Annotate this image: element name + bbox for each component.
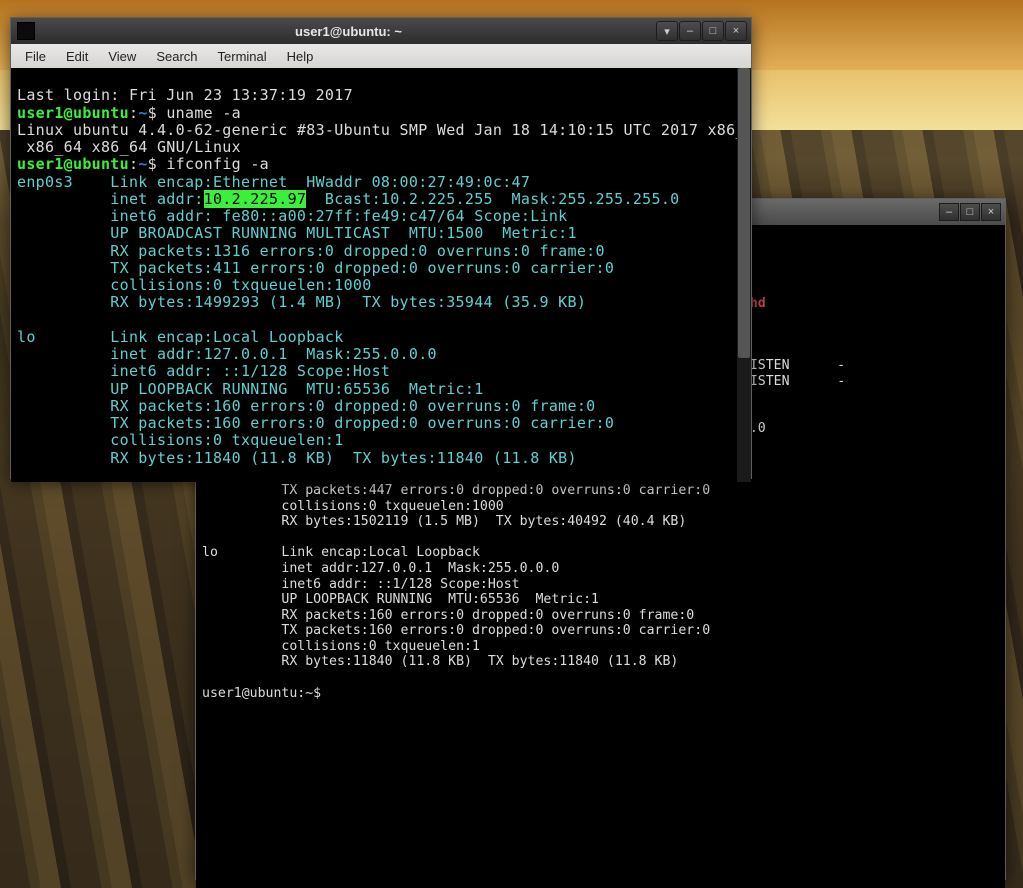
cmd-uname: uname -a: [166, 104, 241, 122]
front-titlebar[interactable]: user1@ubuntu: ~ ▾ – □ ×: [11, 18, 751, 44]
terminal-scrollbar[interactable]: [737, 68, 751, 482]
cmd-ifconfig: ifconfig -a: [166, 155, 269, 173]
minimize-button[interactable]: –: [679, 21, 701, 41]
ifconfig-line: collisions:0 txqueuelen:1000: [17, 276, 372, 294]
back-line: RX bytes:1502119 (1.5 MB) TX bytes:40492…: [202, 514, 686, 529]
ifconfig-line: lo Link encap:Local Loopback: [17, 328, 344, 346]
ifconfig-line: inet addr:: [17, 190, 204, 208]
ifconfig-line: inet addr:127.0.0.1 Mask:255.0.0.0: [17, 345, 437, 363]
ifconfig-line: RX bytes:11840 (11.8 KB) TX bytes:11840 …: [17, 449, 577, 467]
back-line: inet6 addr: ::1/128 Scope:Host: [202, 577, 520, 592]
maximize-button[interactable]: □: [702, 21, 724, 41]
ifconfig-line: RX bytes:1499293 (1.4 MB) TX bytes:35944…: [17, 293, 586, 311]
front-window-title: user1@ubuntu: ~: [41, 24, 656, 39]
back-line: lo Link encap:Local Loopback: [202, 545, 480, 560]
last-login-line: Last login: Fri Jun 23 13:37:19 2017: [17, 86, 353, 104]
back-line: TX packets:447 errors:0 dropped:0 overru…: [202, 483, 710, 498]
ifconfig-line: UP BROADCAST RUNNING MULTICAST MTU:1500 …: [17, 224, 577, 242]
back-line: TX packets:160 errors:0 dropped:0 overru…: [202, 623, 710, 638]
menu-file[interactable]: File: [15, 46, 56, 67]
terminal-window[interactable]: user1@ubuntu: ~ ▾ – □ × File Edit View S…: [10, 17, 752, 479]
menu-search[interactable]: Search: [146, 46, 207, 67]
menu-terminal[interactable]: Terminal: [208, 46, 277, 67]
uname-output: Linux ubuntu 4.4.0-62-generic #83-Ubuntu…: [17, 121, 751, 156]
ifconfig-line: collisions:0 txqueuelen:1: [17, 431, 344, 449]
prompt-path: ~: [138, 104, 147, 122]
back-line: UP LOOPBACK RUNNING MTU:65536 Metric:1: [202, 592, 599, 607]
back-line: RX packets:160 errors:0 dropped:0 overru…: [202, 608, 694, 623]
back-line: inet addr:127.0.0.1 Mask:255.0.0.0: [202, 561, 559, 576]
terminal-icon: [17, 22, 35, 40]
ifconfig-line: UP LOOPBACK RUNNING MTU:65536 Metric:1: [17, 380, 484, 398]
back-prompt: user1@ubuntu:~$: [202, 686, 329, 701]
prompt-userhost: user1@ubuntu: [17, 155, 129, 173]
menu-edit[interactable]: Edit: [56, 46, 98, 67]
ifconfig-line: inet6 addr: fe80::a00:27ff:fe49:c47/64 S…: [17, 207, 568, 225]
highlighted-ip: 10.2.225.97: [204, 190, 307, 208]
menu-help[interactable]: Help: [277, 46, 324, 67]
back-close-button[interactable]: ×: [981, 203, 1001, 221]
prompt-path: ~: [138, 155, 147, 173]
ifconfig-line: inet6 addr: ::1/128 Scope:Host: [17, 362, 390, 380]
back-minimize-button[interactable]: –: [939, 203, 959, 221]
front-terminal[interactable]: Last login: Fri Jun 23 13:37:19 2017 use…: [11, 68, 751, 482]
terminal-menubar[interactable]: File Edit View Search Terminal Help: [11, 44, 751, 68]
ifconfig-line: RX packets:1316 errors:0 dropped:0 overr…: [17, 242, 605, 260]
stick-button[interactable]: ▾: [656, 21, 678, 41]
prompt-userhost: user1@ubuntu: [17, 104, 129, 122]
ifconfig-line: enp0s3 Link encap:Ethernet HWaddr 08:00:…: [17, 173, 530, 191]
close-button[interactable]: ×: [725, 21, 747, 41]
ifconfig-line: TX packets:160 errors:0 dropped:0 overru…: [17, 414, 614, 432]
back-line: collisions:0 txqueuelen:1000: [202, 499, 504, 514]
back-maximize-button[interactable]: □: [960, 203, 980, 221]
ifconfig-line: TX packets:411 errors:0 dropped:0 overru…: [17, 259, 614, 277]
menu-view[interactable]: View: [98, 46, 146, 67]
back-line: collisions:0 txqueuelen:1: [202, 639, 480, 654]
scrollbar-thumb[interactable]: [738, 68, 750, 358]
ifconfig-line: RX packets:160 errors:0 dropped:0 overru…: [17, 397, 596, 415]
back-line: RX bytes:11840 (11.8 KB) TX bytes:11840 …: [202, 654, 678, 669]
